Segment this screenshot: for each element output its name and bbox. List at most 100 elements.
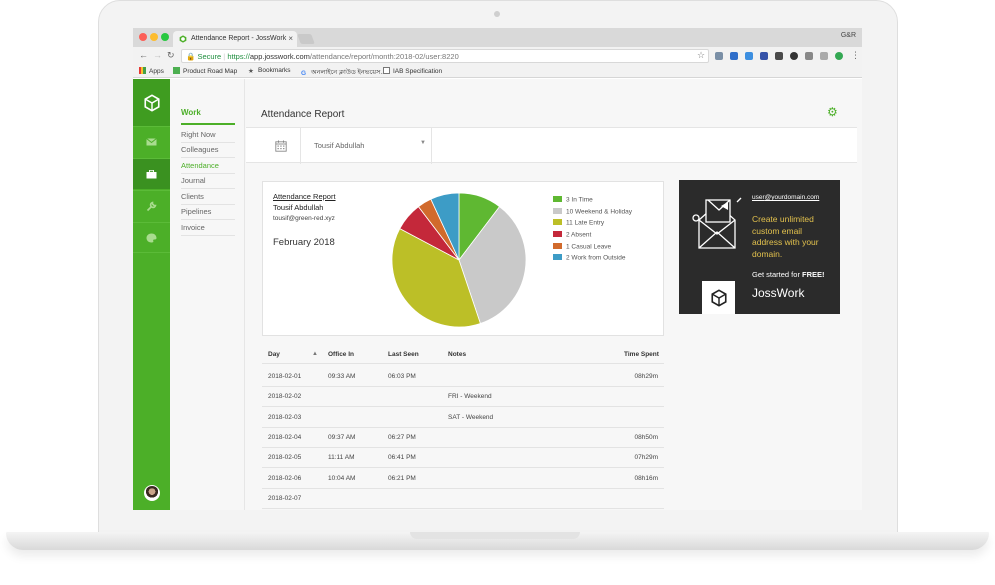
close-window-button[interactable] (139, 33, 147, 41)
table-cell-time-spent: 08h29m (634, 373, 659, 380)
extension-blue-square-icon[interactable] (730, 52, 738, 60)
promo-cta[interactable]: Get started for FREE! (752, 270, 825, 279)
browser-toolbar: ← → ↻ 🔒 Secure | https://app.josswork.co… (133, 47, 862, 65)
extension-gray-icon[interactable] (820, 52, 828, 60)
bookmark-star-icon[interactable]: ☆ (697, 50, 705, 61)
browser-tab-bar: Attendance Report - JossWork × G&R (133, 28, 862, 47)
legend-item[interactable]: 3 In Time (553, 196, 632, 208)
legend-item[interactable]: 1 Casual Leave (553, 242, 632, 255)
table-row[interactable]: 2018-02-06 10:04 AM 06:21 PM 08h16m (262, 469, 664, 489)
extension-printer-icon[interactable] (715, 52, 723, 60)
legend-swatch (553, 242, 562, 249)
screen: Attendance Report - JossWork × G&R ← → ↻… (133, 28, 862, 510)
url-host: app.josswork.com (249, 52, 310, 61)
subnav-item-invoice[interactable]: Invoice (181, 223, 235, 236)
settings-gear-icon[interactable]: ⚙ (827, 105, 838, 119)
dropdown-caret-icon[interactable]: ▼ (420, 140, 426, 146)
reload-icon[interactable]: ↻ (167, 50, 175, 61)
user-avatar[interactable] (144, 485, 160, 501)
bookmark-iab-label: IAB Specification (393, 68, 443, 75)
table-cell-time-spent: 08h16m (634, 474, 659, 482)
main-content: Attendance Report ⚙ Tousif Abdullah ▼ At… (246, 79, 857, 510)
legend-item[interactable]: 11 Late Entry (553, 219, 632, 231)
table-cell-day: 2018-02-01 (268, 373, 302, 380)
table-row[interactable]: 2018-02-07 (262, 489, 664, 509)
app-logo[interactable] (133, 79, 170, 126)
extension-dark-icon[interactable] (775, 52, 783, 60)
bookmark-product-road-map[interactable]: Product Road Map (173, 67, 237, 75)
subnav-item-attendance[interactable]: Attendance (181, 161, 235, 174)
extension-green-icon[interactable] (835, 52, 843, 60)
table-cell-office-in: 11:11 AM (328, 454, 355, 462)
column-header-office-in[interactable]: Office In (328, 351, 354, 358)
table-cell-last-seen: 06:41 PM (388, 454, 416, 462)
subnav-item-clients[interactable]: Clients (181, 192, 235, 205)
legend-item[interactable]: 10 Weekend & Holiday (553, 207, 632, 220)
subnav-title-underline (181, 123, 235, 125)
lock-icon: 🔒 (186, 52, 196, 61)
tab-close-icon[interactable]: × (288, 34, 293, 43)
rail-mail[interactable] (133, 126, 170, 157)
bookmark-folder[interactable]: ★ Bookmarks (248, 67, 291, 75)
promo-brand: JossWork (752, 286, 805, 300)
maximize-window-button[interactable] (161, 33, 169, 41)
promo-email-domain: @yourdomain.com (764, 194, 820, 201)
legend-item[interactable]: 2 Absent (553, 231, 632, 243)
column-header-last-seen[interactable]: Last Seen (388, 351, 419, 358)
palette-icon (146, 233, 157, 242)
bookmark-iab[interactable]: IAB Specification (383, 67, 442, 75)
kebab-menu-icon[interactable]: ⋮ (851, 50, 860, 61)
minimize-window-button[interactable] (150, 33, 158, 41)
subnav-item-colleagues[interactable]: Colleagues (181, 145, 235, 158)
subnav-item-right-now[interactable]: Right Now (181, 130, 235, 143)
app: Work Right Now Colleagues Attendance Jou… (133, 79, 862, 510)
bookmark-invoice[interactable]: G অনলাইনে ক্লাউড ইনভয়েস... (301, 67, 386, 78)
extension-camera-icon[interactable] (805, 52, 813, 60)
extension-purple-icon[interactable] (760, 52, 768, 60)
column-header-notes[interactable]: Notes (448, 351, 466, 358)
table-row[interactable]: 2018-02-01 09:33 AM 06:03 PM 08h29m (262, 367, 664, 387)
column-header-time-spent[interactable]: Time Spent (624, 351, 659, 358)
subnav-item-pipelines[interactable]: Pipelines (181, 207, 235, 220)
rail-palette[interactable] (133, 222, 170, 253)
report-title-link[interactable]: Attendance Report (273, 192, 336, 201)
url-scheme: https:// (227, 52, 250, 61)
employee-select[interactable]: Tousif Abdullah (314, 141, 364, 150)
extension-circle-icon[interactable] (790, 52, 798, 60)
back-arrow-icon[interactable]: ← (139, 50, 148, 60)
browser-tab-active[interactable]: Attendance Report - JossWork × (173, 31, 297, 47)
table-cell-time-spent: 07h29m (634, 454, 659, 462)
bookmarks-bar: Apps Product Road Map ★ Bookmarks G অনলাইন… (133, 65, 862, 78)
column-header-day[interactable]: Day (268, 351, 280, 358)
attendance-pie-chart (391, 192, 527, 328)
table-row[interactable]: 2018-02-04 09:37 AM 06:27 PM 08h50m (262, 428, 664, 448)
profile-label[interactable]: G&R (841, 32, 856, 39)
subnav-item-journal[interactable]: Journal (181, 176, 235, 189)
table-cell-last-seen: 06:03 PM (388, 373, 416, 380)
address-bar[interactable]: 🔒 Secure | https://app.josswork.com/atte… (181, 49, 709, 63)
report-summary-card: Attendance Report Tousif Abdullah tousif… (262, 181, 664, 336)
new-tab-button[interactable] (297, 34, 315, 44)
date-picker-button[interactable] (261, 128, 301, 164)
calendar-icon (274, 140, 287, 152)
legend-label: 11 Late Entry (566, 219, 605, 227)
extension-chart-icon[interactable] (745, 52, 753, 60)
legend-swatch (553, 231, 562, 238)
table-cell-day: 2018-02-06 (268, 474, 302, 482)
table-row[interactable]: 2018-02-05 11:11 AM 06:41 PM 07h29m (262, 448, 664, 469)
legend-swatch (553, 254, 562, 261)
table-cell-day: 2018-02-03 (268, 413, 302, 421)
table-row[interactable]: 2018-02-03 SAT - Weekend (262, 408, 664, 428)
rail-work[interactable] (133, 158, 170, 189)
laptop-camera (494, 11, 500, 17)
bookmark-roadmap-label: Product Road Map (183, 68, 238, 75)
rail-tools[interactable] (133, 190, 170, 221)
bookmark-apps[interactable]: Apps (139, 67, 164, 75)
icon-rail (133, 79, 170, 510)
forward-arrow-icon[interactable]: → (153, 50, 162, 60)
secure-label: Secure (197, 52, 222, 61)
email-promo-banner[interactable]: user@yourdomain.com Create unlimited cus… (679, 180, 840, 314)
table-row[interactable]: 2018-02-02 FRI - Weekend (262, 387, 664, 408)
sort-ascending-icon[interactable]: ▲ (312, 351, 318, 357)
legend-item[interactable]: 2 Work from Outside (553, 254, 632, 266)
